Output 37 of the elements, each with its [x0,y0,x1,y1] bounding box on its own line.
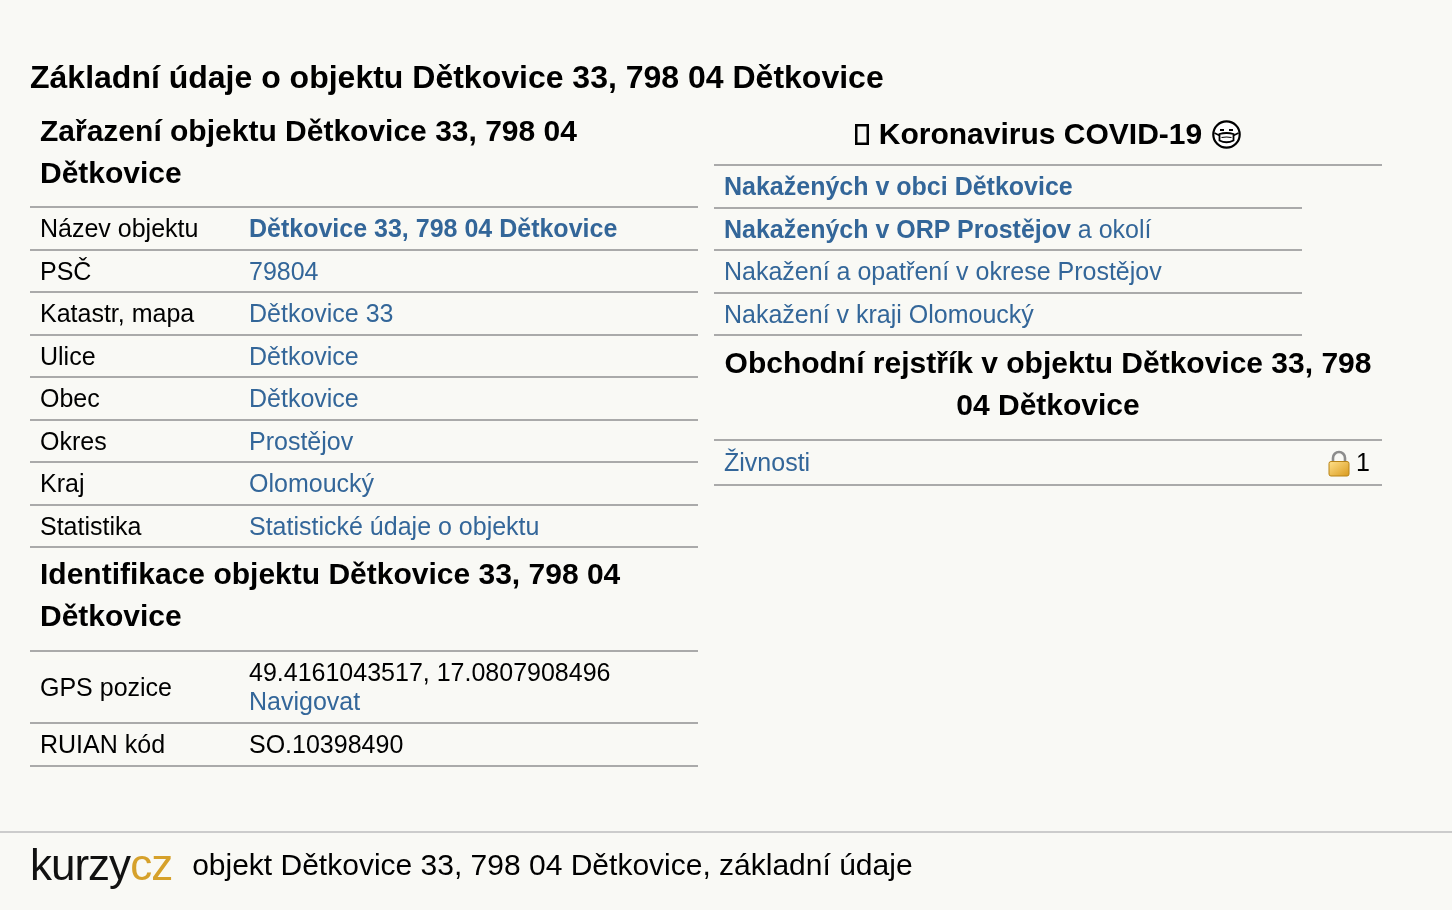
field-label: GPS pozice [40,672,172,702]
field-label: Název objektu [40,214,199,243]
field-label: Statistika [40,511,142,540]
section-heading: Identifikace objektu Dětkovice 33, 798 04 Dětkovice [40,556,622,634]
footer-caption: objekt Dětkovice 33, 798 04 Dětkovice, základní údaje [192,846,913,883]
field-link[interactable]: 79804 [249,256,319,285]
covid-link[interactable]: Nakažení v kraji Olomoucký [724,299,1034,328]
field-link[interactable]: Prostějov [249,426,354,455]
section-heading: Obchodní rejstřík v objektu Dětkovice 33, 798 04 Dětkovice [724,345,1372,423]
glyph-box-icon [854,123,869,145]
face-mask-icon [1212,119,1242,149]
field-link[interactable]: Dětkovice [249,384,359,413]
field-label: PSČ [40,256,92,285]
field-value: 49.4161043517, 17.0807908496 [249,658,611,687]
navigate-link[interactable]: Navigovat [249,687,361,716]
field-label: Okres [40,426,107,455]
field-label: RUIAN kód [40,730,166,759]
field-link[interactable]: Dětkovice 33, 798 04 Dětkovice [249,214,618,243]
field-label: Ulice [40,341,96,370]
field-label: Katastr, mapa [40,299,195,328]
padlock-icon [1328,450,1351,477]
field-link[interactable]: Statistické údaje o objektu [249,511,540,540]
page-title: Základní údaje o objektu Dětkovice 33, 798 04 Dětkovice [30,58,884,97]
register-link[interactable]: Živnosti [724,448,811,477]
section-heading: Zařazení objektu Dětkovice 33, 798 04 Dětkovice [40,113,578,191]
field-link[interactable]: Dětkovice 33 [249,299,394,328]
covid-link[interactable]: Nakažených v obci Dětkovice [724,172,1073,200]
field-label: Kraj [40,469,85,498]
covid-link[interactable]: Nakažení a opatření v okrese Prostějov [724,257,1162,285]
site-logo: kurzycz [30,842,173,887]
field-link[interactable]: Olomoucký [249,469,375,498]
covid-link[interactable]: Nakažených v ORP Prostějov a okolí [724,214,1152,243]
field-link[interactable]: Dětkovice [249,341,359,370]
field-value: SO.10398490 [249,730,404,759]
section-heading: Koronavirus COVID-19 [878,116,1203,152]
field-label: Obec [40,384,100,413]
item-count: 1 [1356,448,1370,477]
